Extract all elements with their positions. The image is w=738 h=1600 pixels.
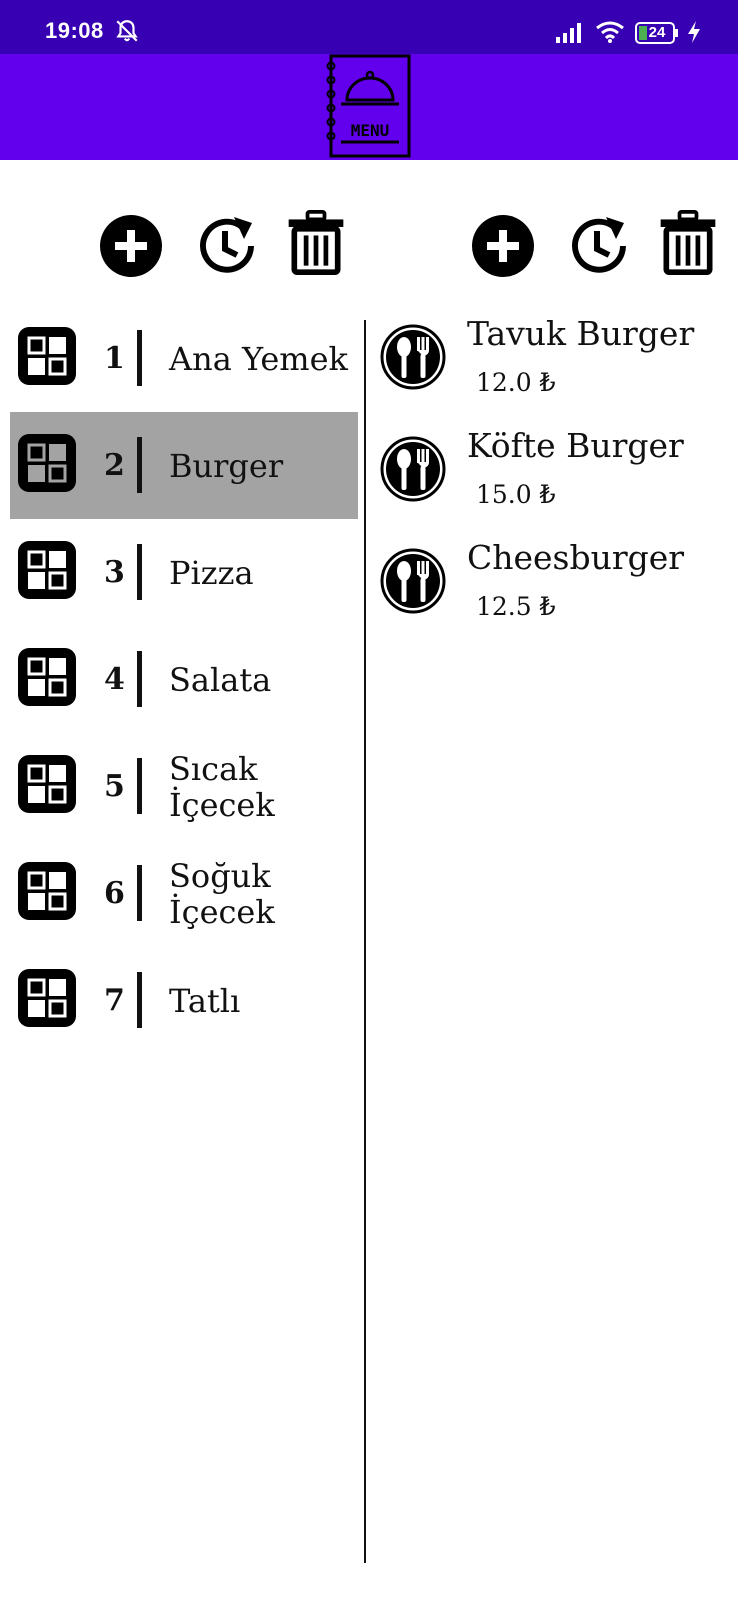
add-circle-icon <box>100 215 162 277</box>
category-grid-icon <box>18 969 76 1027</box>
category-separator <box>137 758 142 814</box>
category-list: 1 Ana Yemek 2 Burger 3 Pizza 4 Salata 5 … <box>10 305 358 1054</box>
cutlery-icon <box>380 436 446 502</box>
category-name: Sıcak İçecek <box>169 749 275 824</box>
trash-icon <box>660 210 716 276</box>
add-product-button[interactable] <box>470 213 536 279</box>
category-grid-icon <box>18 541 76 599</box>
category-separator <box>137 865 142 921</box>
cutlery-icon <box>380 548 446 614</box>
product-price: 12.0 ₺ <box>476 368 556 397</box>
category-item-selected[interactable]: 2 Burger <box>10 412 358 519</box>
history-icon <box>200 217 254 273</box>
category-item[interactable]: 1 Ana Yemek <box>10 305 358 412</box>
product-item[interactable]: Cheesburger 12.5 ₺ <box>372 534 732 646</box>
product-list: Tavuk Burger 12.0 ₺ Köfte Burger 15.0 ₺ <box>372 310 732 646</box>
category-separator <box>137 972 142 1028</box>
status-time: 19:08 <box>45 18 104 43</box>
category-name: Tatlı <box>169 981 241 1020</box>
category-grid-icon <box>18 648 76 706</box>
category-item[interactable]: 4 Salata <box>10 626 358 733</box>
delete-category-button[interactable] <box>283 210 349 276</box>
signal-icon <box>556 23 581 43</box>
history-icon <box>572 217 626 273</box>
category-number: 5 <box>104 769 125 804</box>
category-item[interactable]: 6 Soğuk İçecek <box>10 840 358 947</box>
product-item[interactable]: Köfte Burger 15.0 ₺ <box>372 422 732 534</box>
category-name: Burger <box>169 446 284 485</box>
category-number: 6 <box>104 876 125 911</box>
category-grid-icon <box>18 862 76 920</box>
category-item[interactable]: 7 Tatlı <box>10 947 358 1054</box>
logo-text: MENU <box>351 121 390 140</box>
category-item[interactable]: 5 Sıcak İçecek <box>10 733 358 840</box>
history-category-button[interactable] <box>194 213 260 279</box>
panel-divider <box>364 320 366 1563</box>
menu-book-logo: MENU <box>326 54 411 158</box>
product-name: Tavuk Burger <box>467 314 695 353</box>
product-name: Cheesburger <box>467 538 685 577</box>
product-name: Köfte Burger <box>467 426 684 465</box>
add-circle-icon <box>472 215 534 277</box>
category-grid-icon <box>18 434 76 492</box>
trash-icon <box>288 210 344 276</box>
history-product-button[interactable] <box>566 213 632 279</box>
category-name: Soğuk İçecek <box>169 856 275 931</box>
product-price: 12.5 ₺ <box>476 592 556 621</box>
product-price: 15.0 ₺ <box>476 480 556 509</box>
category-number: 1 <box>104 341 125 376</box>
product-item[interactable]: Tavuk Burger 12.0 ₺ <box>372 310 732 422</box>
category-name: Pizza <box>169 553 254 592</box>
add-category-button[interactable] <box>98 213 164 279</box>
category-item[interactable]: 3 Pizza <box>10 519 358 626</box>
category-separator <box>137 544 142 600</box>
category-separator <box>137 330 142 386</box>
charging-bolt-icon <box>688 21 700 43</box>
category-name: Salata <box>169 660 272 699</box>
battery-level: 24 <box>648 24 666 41</box>
category-name: Ana Yemek <box>169 339 348 378</box>
bell-off-icon <box>116 20 138 42</box>
category-separator <box>137 437 142 493</box>
category-number: 2 <box>104 448 125 483</box>
category-grid-icon <box>18 327 76 385</box>
wifi-icon <box>596 21 624 43</box>
category-number: 3 <box>104 555 125 590</box>
delete-product-button[interactable] <box>655 210 721 276</box>
category-number: 7 <box>104 983 125 1018</box>
category-separator <box>137 651 142 707</box>
status-bar: 19:08 24 <box>0 0 738 54</box>
category-grid-icon <box>18 755 76 813</box>
cutlery-icon <box>380 324 446 390</box>
category-number: 4 <box>104 662 125 697</box>
